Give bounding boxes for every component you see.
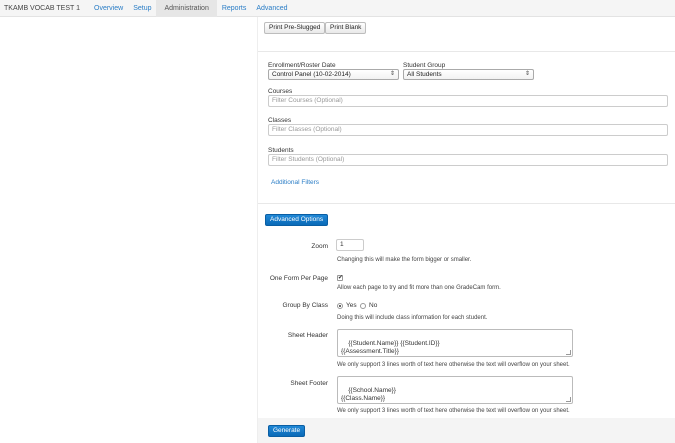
sheet-footer-label: Sheet Footer — [290, 380, 328, 387]
group-by-class-yes-label: Yes — [346, 302, 357, 309]
students-label: Students — [268, 147, 294, 154]
print-toolbar: Print Pre-Slugged Print Blank — [258, 17, 675, 52]
sheet-header-help: We only support 3 lines worth of text he… — [337, 362, 570, 368]
sheet-header-textarea[interactable]: {{Student.Name}} {{Student.ID}} {{Assess… — [337, 329, 573, 357]
students-filter-input[interactable]: Filter Students (Optional) — [268, 154, 668, 166]
sheet-footer-value: {{School.Name}} {{Class.Name}} — [341, 387, 396, 402]
print-panel: Print Pre-Slugged Print Blank Enrollment… — [258, 17, 675, 443]
section-divider — [258, 203, 675, 204]
one-form-per-page-label: One Form Per Page — [269, 275, 328, 282]
sheet-footer-help: We only support 3 lines worth of text he… — [337, 408, 570, 414]
resize-handle-icon[interactable] — [566, 397, 571, 402]
advanced-options-button[interactable]: Advanced Options — [265, 214, 329, 226]
group-by-class-label: Group By Class — [282, 302, 328, 309]
enrollment-date-value: Control Panel (10-02-2014) — [272, 71, 351, 78]
select-arrows-icon: ⇕ — [389, 71, 395, 77]
assessment-title: TKAMB VOCAB TEST 1 — [4, 4, 80, 12]
classes-label: Classes — [268, 117, 292, 124]
sheet-header-label: Sheet Header — [287, 332, 328, 339]
tab-advanced[interactable]: Advanced — [251, 0, 292, 17]
student-group-label: Student Group — [403, 62, 446, 69]
student-group-value: All Students — [407, 71, 442, 78]
group-by-class-no-label: No — [369, 302, 378, 309]
left-pane — [0, 17, 258, 443]
sheet-header-value: {{Student.Name}} {{Student.ID}} {{Assess… — [341, 340, 440, 355]
generate-button[interactable]: Generate — [268, 425, 306, 437]
resize-handle-icon[interactable] — [566, 350, 571, 355]
classes-filter-input[interactable]: Filter Classes (Optional) — [268, 124, 668, 136]
zoom-help-text: Changing this will make the form bigger … — [337, 257, 472, 263]
group-by-class-help: Doing this will include class informatio… — [337, 315, 488, 321]
additional-filters-link[interactable]: Additional Filters — [271, 179, 319, 186]
print-pre-slugged-button[interactable]: Print Pre-Slugged — [264, 22, 326, 34]
enrollment-date-select[interactable]: Control Panel (10-02-2014) ⇕ — [268, 69, 399, 80]
print-blank-button[interactable]: Print Blank — [325, 22, 367, 34]
action-bar: Generate — [258, 418, 675, 443]
tab-setup[interactable]: Setup — [128, 0, 156, 17]
select-arrows-icon: ⇕ — [524, 71, 530, 77]
group-by-class-yes-radio[interactable] — [337, 303, 343, 309]
one-form-per-page-help: Allow each page to try and fit more than… — [337, 285, 501, 291]
tab-reports[interactable]: Reports — [217, 0, 252, 17]
sheet-footer-textarea[interactable]: {{School.Name}} {{Class.Name}} — [337, 376, 573, 404]
zoom-input[interactable]: 1 — [336, 239, 364, 251]
tab-overview[interactable]: Overview — [89, 0, 128, 17]
zoom-label: Zoom — [311, 243, 328, 250]
courses-filter-input[interactable]: Filter Courses (Optional) — [268, 95, 668, 107]
group-by-class-no-radio[interactable] — [360, 303, 366, 309]
top-navigation: TKAMB VOCAB TEST 1 Overview Setup Admini… — [0, 0, 675, 17]
enrollment-date-label: Enrollment/Roster Date — [268, 62, 336, 69]
courses-label: Courses — [268, 88, 293, 95]
one-form-per-page-checkbox[interactable]: ✔ — [337, 275, 343, 281]
tab-administration[interactable]: Administration — [156, 0, 217, 17]
student-group-select[interactable]: All Students ⇕ — [403, 69, 534, 80]
